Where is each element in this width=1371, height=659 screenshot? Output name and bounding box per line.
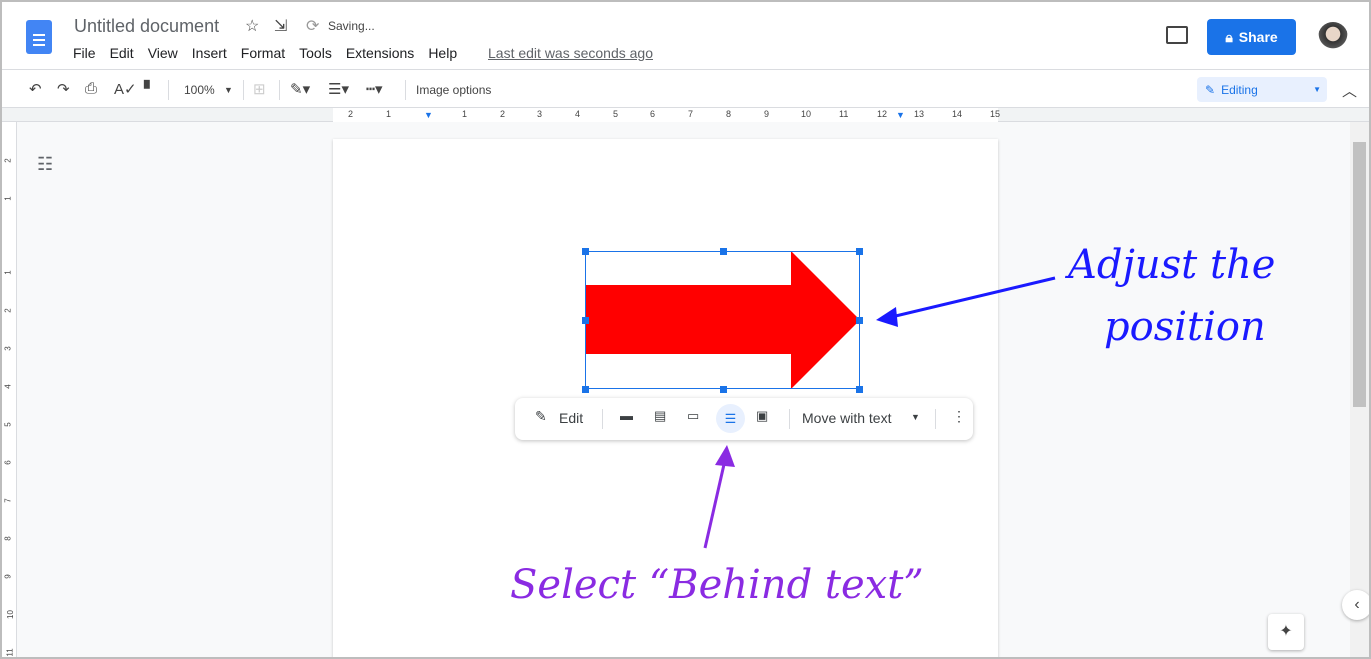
annotation-select-behind-text: Select “Behind text” [510,562,924,608]
scrollbar-thumb[interactable] [1353,142,1366,407]
vertical-scrollbar[interactable] [1350,122,1369,657]
annotation-line: Adjust the [1068,242,1276,288]
purple-arrowhead [715,445,735,467]
annotation-line: position [1104,304,1266,350]
side-panel-toggle-icon[interactable]: ‹ [1342,590,1369,620]
blue-annotation-arrow [886,276,1056,320]
annotation-adjust-position: Adjust the position [1068,234,1275,358]
docs-window: Untitled document ☆ ⇲ ⟳ Saving... File E… [2,2,1369,657]
purple-annotation-arrow [703,459,727,549]
blue-arrowhead [876,307,898,327]
explore-icon[interactable]: ✦ [1268,614,1304,650]
